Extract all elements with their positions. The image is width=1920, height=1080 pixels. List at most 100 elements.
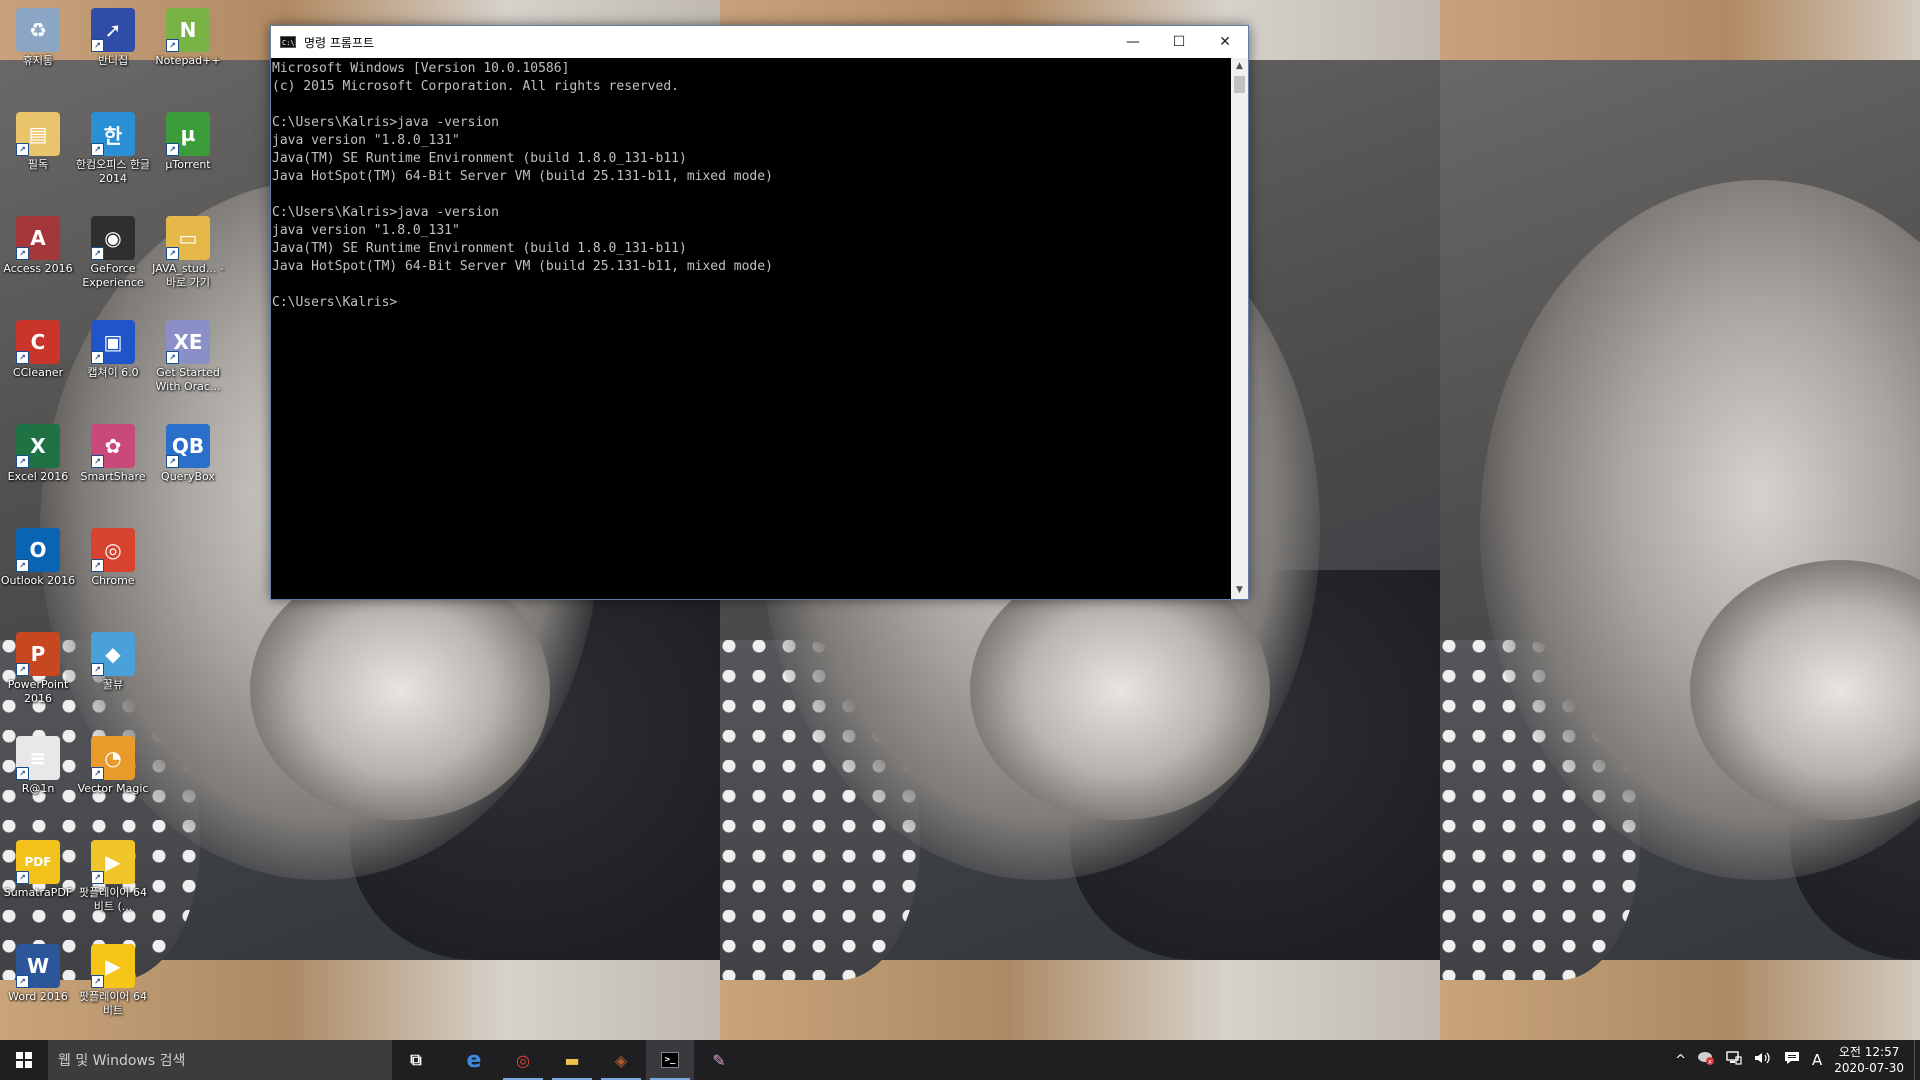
console-line: Microsoft Windows [Version 10.0.10586] <box>272 61 570 76</box>
shortcut-arrow-icon: ↗ <box>91 975 104 988</box>
show-desktop-button[interactable] <box>1914 1040 1920 1080</box>
desktop-shortcut-label: 꿀뷰 <box>102 678 124 691</box>
desktop-shortcut[interactable]: ◆ ↗ 꿀뷰 <box>75 626 151 692</box>
console-output[interactable]: Microsoft Windows [Version 10.0.10586] (c… <box>271 58 1231 599</box>
desktop-shortcut[interactable]: PDF ↗ SumatraPDF <box>0 834 76 900</box>
volume-icon[interactable] <box>1754 1051 1772 1069</box>
start-button[interactable] <box>0 1040 48 1080</box>
close-button[interactable]: ✕ <box>1202 26 1248 58</box>
desktop-shortcut-label: CCleaner <box>12 366 64 379</box>
desktop-shortcut[interactable]: ✿ ↗ SmartShare <box>75 418 151 484</box>
command-prompt-window[interactable]: C:\ 명령 프롬프트 — ☐ ✕ Microsoft Windows [Ver… <box>270 25 1249 600</box>
vector-magic-icon: ◔ ↗ <box>91 736 135 780</box>
desktop-shortcut[interactable]: N ↗ Notepad++ <box>150 2 226 68</box>
powerpoint-icon: P ↗ <box>16 632 60 676</box>
desktop-shortcut[interactable]: ◔ ↗ Vector Magic <box>75 730 151 796</box>
folder-doc-icon: ▤ ↗ <box>16 112 60 156</box>
minimize-button[interactable]: — <box>1110 26 1156 58</box>
folder-icon: ▬ <box>564 1050 580 1070</box>
icon-glyph: ◔ <box>104 746 122 770</box>
security-alert-icon[interactable]: x <box>1697 1051 1714 1069</box>
desktop-shortcut[interactable]: ▣ ↗ 캡쳐이 6.0 <box>75 314 151 380</box>
window-titlebar[interactable]: C:\ 명령 프롬프트 — ☐ ✕ <box>271 26 1248 58</box>
icon-glyph: ▶ <box>105 954 121 978</box>
icon-glyph: ▤ <box>28 122 48 146</box>
desktop-shortcut-label: QueryBox <box>161 470 215 483</box>
desktop-shortcut[interactable]: XE ↗ Get Started With Orac... <box>150 314 226 394</box>
minimize-icon: — <box>1126 34 1140 50</box>
icon-glyph: ◉ <box>104 226 122 250</box>
desktop-shortcut-label: PowerPoint 2016 <box>7 678 69 705</box>
ime-indicator[interactable]: A <box>1812 1051 1822 1069</box>
scroll-up-icon[interactable]: ▲ <box>1231 58 1248 75</box>
desktop-shortcut[interactable]: ◉ ↗ GeForce Experience <box>75 210 151 290</box>
desktop-shortcut[interactable]: W ↗ Word 2016 <box>0 938 76 1004</box>
taskbar-chrome-button[interactable]: ◎ <box>499 1040 547 1080</box>
clock-time: 오전 12:57 <box>1838 1045 1900 1059</box>
clock[interactable]: 오전 12:57 2020-07-30 <box>1834 1044 1904 1076</box>
smartshare-icon: ✿ ↗ <box>91 424 135 468</box>
close-icon: ✕ <box>1219 34 1231 50</box>
icon-glyph: 한 <box>103 123 123 148</box>
taskbar-pinned-app-button[interactable]: ✎ <box>695 1040 743 1080</box>
shortcut-arrow-icon: ↗ <box>166 39 179 52</box>
desktop-shortcut[interactable]: 한 ↗ 한컴오피스 한글 2014 <box>75 106 151 186</box>
icon-glyph: ▣ <box>103 330 123 354</box>
desktop-shortcut-label: JAVA_stud... - 바로 가기 <box>152 262 224 289</box>
shortcut-arrow-icon: ↗ <box>91 663 104 676</box>
scroll-down-icon[interactable]: ▼ <box>1231 582 1248 599</box>
maximize-button[interactable]: ☐ <box>1156 26 1202 58</box>
pinned-app-icon: ✎ <box>712 1050 726 1070</box>
desktop-shortcut[interactable]: QB ↗ QueryBox <box>150 418 226 484</box>
shortcut-arrow-icon: ↗ <box>16 975 29 988</box>
icon-glyph: ➚ <box>104 18 122 42</box>
windows-logo-icon <box>16 1052 32 1068</box>
sumatrapdf-icon: PDF ↗ <box>16 840 60 884</box>
console-line: Java HotSpot(TM) 64-Bit Server VM (build… <box>272 259 773 274</box>
shortcut-arrow-icon: ↗ <box>91 559 104 572</box>
icon-glyph: µ <box>180 122 196 146</box>
taskbar-task-view-button[interactable]: ⧉ <box>392 1040 440 1080</box>
tray-chevron-icon[interactable]: ^ <box>1675 1053 1686 1068</box>
desktop-shortcut[interactable]: O ↗ Outlook 2016 <box>0 522 76 588</box>
desktop-shortcut[interactable]: X ↗ Excel 2016 <box>0 418 76 484</box>
console-line: java version "1.8.0_131" <box>272 223 460 238</box>
desktop-shortcut[interactable]: ▶ ↗ 팟플레이어 64 비트 <box>75 938 151 1018</box>
icon-glyph: ◆ <box>105 642 121 666</box>
desktop-shortcut[interactable]: µ ↗ µTorrent <box>150 106 226 172</box>
desktop-shortcut[interactable]: ➚ ↗ 반디집 <box>75 2 151 68</box>
shortcut-arrow-icon: ↗ <box>16 143 29 156</box>
desktop-shortcut[interactable]: ≡ ↗ R@1n <box>0 730 76 796</box>
search-input[interactable]: 웹 및 Windows 검색 <box>48 1040 392 1080</box>
desktop-shortcut[interactable]: ▭ ↗ JAVA_stud... - 바로 가기 <box>150 210 226 290</box>
shortcut-arrow-icon: ↗ <box>16 247 29 260</box>
icon-glyph: C <box>30 330 46 354</box>
desktop-shortcut-label: Notepad++ <box>155 54 221 67</box>
taskbar-file-explorer-button[interactable]: ▬ <box>548 1040 596 1080</box>
taskbar-game-app-button[interactable]: ◈ <box>597 1040 645 1080</box>
desktop-shortcut[interactable]: ♻ 휴지통 <box>0 2 76 68</box>
potplayer-icon: ▶ ↗ <box>91 840 135 884</box>
desktop-shortcut[interactable]: ▤ ↗ 필독 <box>0 106 76 172</box>
shortcut-arrow-icon: ↗ <box>91 39 104 52</box>
network-icon[interactable] <box>1726 1051 1742 1069</box>
taskbar-internet-explorer-button[interactable]: e <box>450 1040 498 1080</box>
command-prompt-icon[interactable]: C:\ <box>280 36 296 48</box>
desktop-shortcut[interactable]: A ↗ Access 2016 <box>0 210 76 276</box>
utorrent-icon: µ ↗ <box>166 112 210 156</box>
desktop-shortcut[interactable]: C ↗ CCleaner <box>0 314 76 380</box>
scrollbar-thumb[interactable] <box>1234 76 1245 93</box>
desktop-shortcut[interactable]: ◎ ↗ Chrome <box>75 522 151 588</box>
shortcut-arrow-icon: ↗ <box>16 559 29 572</box>
notification-icon[interactable] <box>1784 1051 1800 1069</box>
desktop-shortcut[interactable]: P ↗ PowerPoint 2016 <box>0 626 76 706</box>
shortcut-arrow-icon: ↗ <box>166 455 179 468</box>
icon-glyph: ▭ <box>178 226 198 250</box>
desktop-shortcut[interactable]: ▶ ↗ 팟플레이어 64 비트 (... <box>75 834 151 914</box>
desktop-shortcut-label: 반디집 <box>97 54 129 67</box>
taskbar-command-prompt-button[interactable]: >_ <box>646 1040 694 1080</box>
vertical-scrollbar[interactable]: ▲ ▼ <box>1231 58 1248 599</box>
geforce-icon: ◉ ↗ <box>91 216 135 260</box>
desktop-shortcut-label: SmartShare <box>80 470 146 483</box>
